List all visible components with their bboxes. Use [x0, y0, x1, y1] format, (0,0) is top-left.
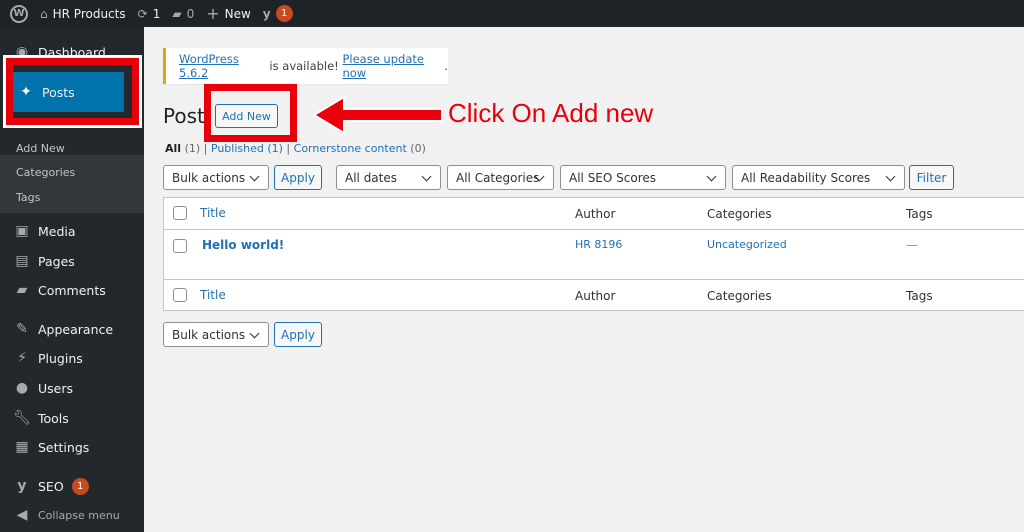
sidebar-item-comments[interactable]: ▰ Comments — [0, 277, 144, 303]
submenu-add-new[interactable]: Add New — [16, 142, 65, 155]
table-row: Hello world! HR 8196 Uncategorized — — [164, 230, 1024, 280]
wordpress-version-link[interactable]: WordPress 5.6.2 — [179, 52, 266, 80]
comments-link[interactable]: ▰ 0 — [172, 7, 194, 21]
new-content-link[interactable]: + New — [206, 4, 251, 23]
apply-button[interactable]: Apply — [274, 165, 322, 190]
view-cornerstone-link[interactable]: Cornerstone content — [294, 142, 407, 155]
filter-button[interactable]: Filter — [909, 165, 954, 190]
collapse-menu-button[interactable]: ◀ Collapse menu — [0, 502, 144, 528]
update-notice: WordPress 5.6.2 is available! Please upd… — [163, 48, 448, 84]
sidebar-item-media[interactable]: ▣ Media — [0, 218, 144, 244]
sidebar-item-seo[interactable]: y SEO 1 — [0, 473, 144, 499]
sidebar-item-settings[interactable]: ▦ Settings — [0, 434, 144, 460]
plus-icon: + — [206, 4, 220, 23]
seo-scores-select[interactable]: All SEO Scores — [560, 165, 726, 190]
title-column-header[interactable]: Title — [200, 206, 226, 220]
author-column-header: Author — [575, 207, 616, 221]
refresh-icon: ⟳ — [137, 6, 148, 21]
sidebar-item-users[interactable]: ● Users — [0, 375, 144, 401]
view-published-link[interactable]: Published (1) — [211, 142, 283, 155]
sidebar-item-pages[interactable]: ▤ Pages — [0, 248, 144, 274]
view-all-link[interactable]: All — [165, 142, 181, 155]
readability-select[interactable]: All Readability Scores — [732, 165, 905, 190]
category-link[interactable]: Uncategorized — [707, 238, 787, 251]
tags-value: — — [906, 238, 918, 252]
sidebar-item-tools[interactable]: 🔧︎ Tools — [0, 405, 144, 431]
sidebar-item-plugins[interactable]: ⚡ Plugins — [0, 345, 144, 371]
table-footer: Title Author Categories Tags — [164, 280, 1024, 312]
dates-select[interactable]: All dates — [336, 165, 441, 190]
posts-submenu — [0, 155, 144, 213]
select-all-checkbox[interactable] — [173, 206, 187, 220]
annotation-highlight-add-new — [204, 84, 297, 142]
yoast-icon: y — [262, 6, 271, 21]
updates-link[interactable]: ⟳ 1 — [138, 7, 161, 21]
post-status-filter: All (1) | Published (1) | Cornerstone co… — [165, 142, 426, 155]
annotation-text: Click On Add new — [448, 98, 654, 128]
yoast-icon: y — [17, 478, 27, 494]
select-all-checkbox-footer[interactable] — [173, 288, 187, 302]
submenu-tags[interactable]: Tags — [16, 191, 40, 204]
sidebar-item-appearance[interactable]: ✎ Appearance — [0, 316, 144, 342]
tags-column-header: Tags — [906, 207, 933, 221]
user-icon: ● — [15, 380, 29, 396]
update-now-link[interactable]: Please update now — [342, 52, 444, 80]
title-column-footer[interactable]: Title — [200, 288, 226, 302]
home-icon: ⌂ — [40, 6, 48, 21]
author-link[interactable]: HR 8196 — [575, 238, 622, 251]
bulk-actions-select[interactable]: Bulk actions — [163, 165, 269, 190]
tags-column-footer: Tags — [906, 289, 933, 303]
plugin-icon: ⚡ — [17, 350, 27, 366]
posts-table: Title Author Categories Tags Hello world… — [163, 197, 1024, 311]
author-column-footer: Author — [575, 289, 616, 303]
settings-icon: ▦ — [15, 439, 29, 455]
row-checkbox[interactable] — [173, 239, 187, 253]
page-title: Post — [163, 104, 205, 128]
annotation-arrow-icon — [312, 95, 443, 135]
annotation-highlight-posts — [6, 58, 139, 125]
site-name-link[interactable]: ⌂ HR Products — [40, 7, 126, 21]
collapse-icon: ◀ — [16, 507, 28, 523]
brush-icon: ✎ — [16, 321, 28, 337]
bulk-actions-select-bottom[interactable]: Bulk actions — [163, 322, 269, 347]
yoast-link[interactable]: y1 — [263, 5, 293, 22]
admin-bar: W ⌂ HR Products ⟳ 1 ▰ 0 + New y1 — [0, 0, 1024, 27]
categories-column-header: Categories — [707, 207, 772, 221]
categories-select[interactable]: All Categories — [447, 165, 554, 190]
comment-icon: ▰ — [16, 282, 28, 298]
table-header: Title Author Categories Tags — [164, 198, 1024, 230]
wordpress-logo-icon[interactable]: W — [10, 4, 28, 23]
apply-button-bottom[interactable]: Apply — [274, 322, 322, 347]
pages-icon: ▤ — [15, 253, 29, 269]
media-icon: ▣ — [15, 223, 29, 239]
wrench-icon: 🔧︎ — [13, 410, 31, 426]
categories-column-footer: Categories — [707, 289, 772, 303]
comment-icon: ▰ — [172, 6, 182, 21]
submenu-categories[interactable]: Categories — [16, 166, 75, 179]
post-title-link[interactable]: Hello world! — [202, 238, 284, 252]
